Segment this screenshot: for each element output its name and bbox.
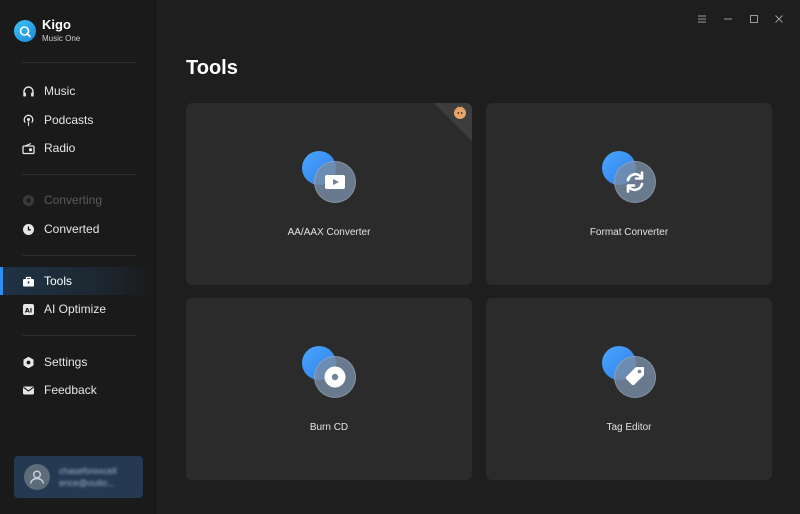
- sidebar-item-settings[interactable]: Settings: [0, 348, 155, 376]
- sidebar-item-converted[interactable]: Converted: [0, 215, 155, 243]
- tool-card-label: Format Converter: [589, 227, 669, 238]
- sidebar-item-converting[interactable]: Converting: [0, 186, 155, 214]
- sidebar-item-label: Podcasts: [44, 113, 94, 127]
- tool-card-label: Tag Editor: [606, 422, 652, 433]
- minimize-icon[interactable]: [721, 12, 735, 26]
- sidebar-item-feedback[interactable]: Feedback: [0, 376, 155, 404]
- sidebar-item-label: Tools: [44, 274, 73, 288]
- maximize-icon[interactable]: [747, 12, 761, 26]
- ai-icon: AI: [22, 303, 35, 316]
- account-panel[interactable]: chaseforexcell ence@outlo...: [14, 456, 143, 498]
- converting-icon: [22, 194, 35, 207]
- tool-card-aa-aax-converter[interactable]: AA/AAX Converter: [186, 103, 472, 285]
- app-logo-icon: [14, 20, 36, 42]
- tool-card-label: AA/AAX Converter: [287, 227, 371, 238]
- sidebar-item-label: Converting: [44, 193, 103, 207]
- clock-icon: [22, 223, 35, 236]
- sidebar-divider: [22, 62, 136, 63]
- close-icon[interactable]: [772, 12, 786, 26]
- svg-text:AI: AI: [25, 306, 32, 314]
- refresh-icon: [614, 161, 656, 203]
- avatar: [24, 464, 50, 490]
- app-subtitle: Music One: [42, 34, 81, 43]
- cd-icon: [314, 356, 356, 398]
- toolbox-icon: [22, 275, 35, 288]
- premium-fox-badge-icon: [434, 103, 472, 141]
- main-panel: Tools AA/AAX Converter Format Converter: [156, 0, 800, 514]
- app-name: Kigo: [42, 17, 71, 32]
- sidebar-item-tools[interactable]: Tools: [0, 267, 155, 295]
- sidebar-divider: [22, 255, 136, 256]
- sidebar-item-podcasts[interactable]: Podcasts: [0, 106, 155, 134]
- page-title: Tools: [186, 57, 238, 79]
- play-icon: [314, 161, 356, 203]
- sidebar-item-music[interactable]: Music: [0, 77, 155, 105]
- mail-icon: [22, 384, 35, 397]
- sidebar-divider: [22, 335, 136, 336]
- sidebar-item-label: Music: [44, 84, 76, 98]
- tool-card-tag-editor[interactable]: Tag Editor: [486, 298, 772, 480]
- headphones-icon: [22, 85, 35, 98]
- tool-card-burn-cd[interactable]: Burn CD: [186, 298, 472, 480]
- sidebar-item-label: Radio: [44, 141, 76, 155]
- account-email-line2: ence@outlo...: [59, 478, 115, 488]
- app-brand: Kigo Music One: [14, 18, 80, 44]
- sidebar-item-label: AI Optimize: [44, 302, 107, 316]
- menu-icon[interactable]: [695, 12, 709, 26]
- sidebar-item-label: Feedback: [44, 383, 97, 397]
- tool-card-format-converter[interactable]: Format Converter: [486, 103, 772, 285]
- sidebar-item-ai-optimize[interactable]: AI AI Optimize: [0, 295, 155, 323]
- podcast-icon: [22, 114, 35, 127]
- account-email-line1: chaseforexcell: [59, 466, 117, 476]
- sidebar-item-label: Converted: [44, 222, 100, 236]
- sidebar: Kigo Music One Music Podcasts Radio Conv…: [0, 0, 156, 514]
- settings-icon: [22, 356, 35, 369]
- radio-icon: [22, 142, 35, 155]
- tool-card-label: Burn CD: [309, 422, 349, 433]
- sidebar-item-radio[interactable]: Radio: [0, 134, 155, 162]
- tag-icon: [614, 356, 656, 398]
- sidebar-item-label: Settings: [44, 355, 88, 369]
- sidebar-divider: [22, 174, 136, 175]
